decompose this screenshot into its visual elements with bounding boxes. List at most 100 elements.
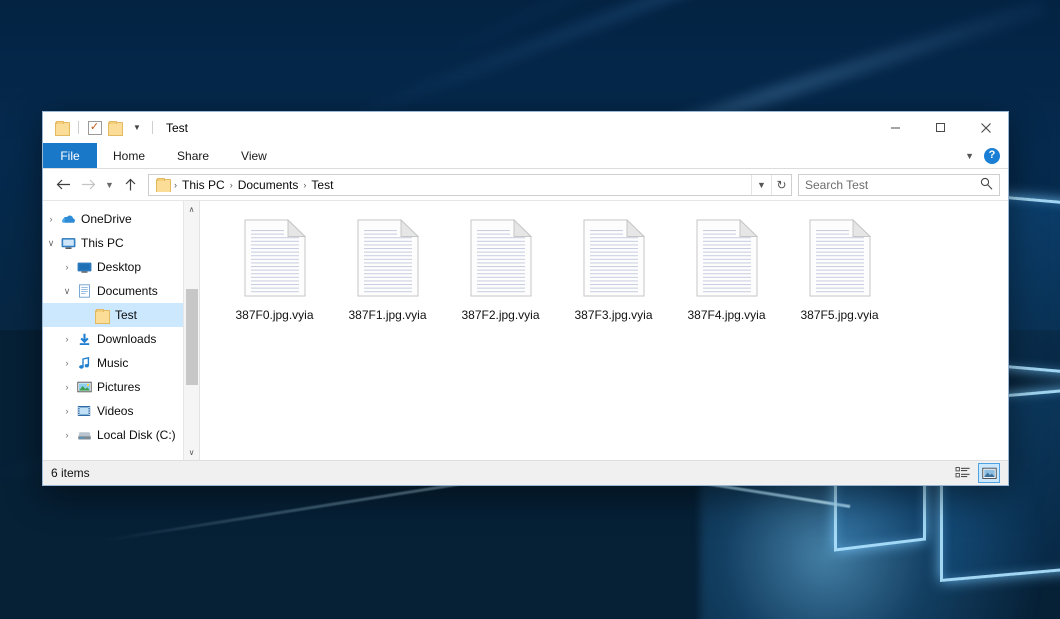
- tree-item-label: Test: [111, 308, 137, 322]
- quick-access-toolbar: ✓ ▼ Test: [43, 117, 188, 138]
- toolbar-separator: [152, 121, 153, 134]
- ribbon-right-controls: ▼ ?: [965, 143, 1008, 168]
- tree-item-music[interactable]: › Music: [43, 351, 183, 375]
- tree-item-label: Pictures: [93, 380, 140, 394]
- navigation-pane-scrollbar[interactable]: ∧ ∨: [183, 201, 199, 460]
- breadcrumb-item-test[interactable]: Test: [307, 178, 337, 192]
- close-button[interactable]: [963, 112, 1008, 143]
- scroll-down-button[interactable]: ∨: [184, 444, 200, 460]
- new-folder-icon[interactable]: [105, 117, 126, 138]
- file-item[interactable]: 387F3.jpg.vyia: [557, 213, 670, 322]
- tree-item-label: OneDrive: [77, 212, 132, 226]
- desktop-icon: [75, 261, 93, 274]
- scroll-up-button[interactable]: ∧: [184, 201, 200, 217]
- tab-home[interactable]: Home: [97, 143, 161, 168]
- address-dropdown-chevron-down-icon[interactable]: ▼: [751, 175, 771, 195]
- tab-file[interactable]: File: [43, 143, 97, 168]
- expander-chevron-right-icon[interactable]: ›: [43, 214, 59, 224]
- expand-ribbon-chevron-down-icon[interactable]: ▼: [965, 151, 974, 161]
- text-document-icon: [696, 219, 758, 297]
- minimize-button[interactable]: [873, 112, 918, 143]
- forward-button[interactable]: [76, 172, 101, 197]
- item-count-label: 6 items: [51, 466, 90, 480]
- tree-item-documents[interactable]: ∨ Documents: [43, 279, 183, 303]
- view-toggle-group: [952, 463, 1000, 483]
- up-button[interactable]: [118, 172, 143, 197]
- file-item[interactable]: 387F0.jpg.vyia: [218, 213, 331, 322]
- text-document-icon: [583, 219, 645, 297]
- expander-chevron-right-icon[interactable]: ›: [59, 430, 75, 440]
- file-item[interactable]: 387F2.jpg.vyia: [444, 213, 557, 322]
- file-explorer-window: ✓ ▼ Test File Home: [42, 111, 1009, 486]
- tree-item-videos[interactable]: › Videos: [43, 399, 183, 423]
- refresh-icon[interactable]: ↻: [771, 175, 791, 195]
- file-item[interactable]: 387F4.jpg.vyia: [670, 213, 783, 322]
- search-icon[interactable]: [980, 177, 993, 193]
- text-document-icon: [357, 219, 419, 297]
- tree-item-pictures[interactable]: › Pictures: [43, 375, 183, 399]
- breadcrumb-item-documents[interactable]: Documents: [234, 178, 303, 192]
- text-document-icon: [244, 219, 306, 297]
- expander-chevron-down-icon[interactable]: ∨: [59, 286, 75, 297]
- file-list-view[interactable]: 387F0.jpg.vyia 387F1.jpg.vyia 387F2.jpg.…: [200, 201, 1008, 460]
- breadcrumb-folder-icon: [156, 178, 171, 191]
- ribbon-tab-strip: File Home Share View ▼ ?: [43, 143, 1008, 169]
- tree-item-local-disk-c[interactable]: › Local Disk (C:): [43, 423, 183, 447]
- tree-item-desktop[interactable]: › Desktop: [43, 255, 183, 279]
- scrollbar-thumb[interactable]: [186, 289, 198, 385]
- expander-chevron-right-icon[interactable]: ›: [59, 334, 75, 344]
- window-title: Test: [166, 121, 188, 135]
- address-bar[interactable]: › This PC › Documents › Test ▼ ↻: [148, 174, 792, 196]
- breadcrumb-item-this-pc[interactable]: This PC: [178, 178, 229, 192]
- file-name-label: 387F3.jpg.vyia: [574, 308, 652, 322]
- expander-chevron-right-icon[interactable]: ›: [59, 406, 75, 416]
- large-icons-view-button[interactable]: [978, 463, 1000, 483]
- file-item[interactable]: 387F5.jpg.vyia: [783, 213, 896, 322]
- tab-view[interactable]: View: [225, 143, 283, 168]
- folder-icon[interactable]: [52, 117, 73, 138]
- search-input[interactable]: Search Test: [805, 178, 980, 192]
- help-icon[interactable]: ?: [984, 148, 1000, 164]
- downloads-icon: [75, 333, 93, 346]
- tree-item-downloads[interactable]: › Downloads: [43, 327, 183, 351]
- details-view-button[interactable]: [952, 463, 974, 483]
- title-bar: ✓ ▼ Test: [43, 112, 1008, 143]
- breadcrumb: › This PC › Documents › Test: [149, 178, 751, 192]
- maximize-button[interactable]: [918, 112, 963, 143]
- recent-locations-chevron-down-icon[interactable]: ▼: [101, 172, 118, 197]
- desktop: ✓ ▼ Test File Home: [0, 0, 1060, 619]
- music-icon: [75, 357, 93, 370]
- scrollbar-track[interactable]: [184, 217, 200, 444]
- expander-chevron-right-icon[interactable]: ›: [59, 358, 75, 368]
- text-document-icon: [809, 219, 871, 297]
- tree-item-this-pc[interactable]: ∨ This PC: [43, 231, 183, 255]
- file-name-label: 387F0.jpg.vyia: [235, 308, 313, 322]
- text-document-icon: [470, 219, 532, 297]
- file-name-label: 387F2.jpg.vyia: [461, 308, 539, 322]
- toolbar-separator: [78, 121, 79, 134]
- documents-icon: [75, 284, 93, 298]
- folder-icon: [93, 309, 111, 322]
- navigation-pane: › OneDrive ∨ This PC ›: [43, 201, 200, 460]
- properties-icon[interactable]: ✓: [84, 117, 105, 138]
- tab-share[interactable]: Share: [161, 143, 225, 168]
- tree-item-onedrive[interactable]: › OneDrive: [43, 207, 183, 231]
- back-button[interactable]: [51, 172, 76, 197]
- expander-chevron-right-icon[interactable]: ›: [59, 262, 75, 272]
- folder-tree: › OneDrive ∨ This PC ›: [43, 201, 183, 460]
- search-box[interactable]: Search Test: [798, 174, 1000, 196]
- file-item[interactable]: 387F1.jpg.vyia: [331, 213, 444, 322]
- pictures-icon: [75, 381, 93, 393]
- file-name-label: 387F5.jpg.vyia: [800, 308, 878, 322]
- onedrive-icon: [59, 213, 77, 225]
- tree-item-label: Local Disk (C:): [93, 428, 176, 442]
- thispc-icon: [59, 237, 77, 250]
- tree-item-label: This PC: [77, 236, 124, 250]
- expander-chevron-down-icon[interactable]: ∨: [43, 238, 59, 249]
- tree-item-test[interactable]: Test: [43, 303, 183, 327]
- address-bar-row: ▼ › This PC › Documents › Test ▼ ↻ Searc…: [43, 169, 1008, 200]
- customize-quick-access-chevron-down-icon[interactable]: ▼: [126, 117, 147, 138]
- explorer-body: › OneDrive ∨ This PC ›: [43, 200, 1008, 460]
- expander-chevron-right-icon[interactable]: ›: [59, 382, 75, 392]
- tree-item-label: Desktop: [93, 260, 141, 274]
